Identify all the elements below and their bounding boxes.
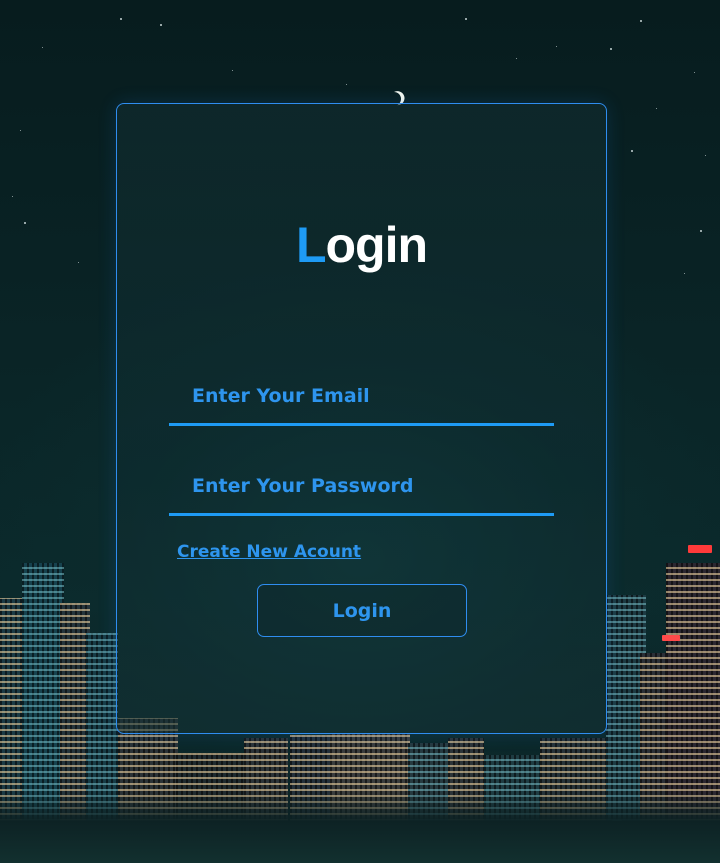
login-button[interactable]: Login bbox=[257, 584, 467, 637]
password-input[interactable] bbox=[169, 456, 554, 513]
password-field-container bbox=[169, 456, 554, 516]
login-title: Login bbox=[117, 216, 606, 274]
login-title-accent-letter: L bbox=[295, 217, 327, 273]
create-account-link[interactable]: Create New Acount bbox=[177, 542, 361, 562]
email-input[interactable] bbox=[169, 366, 554, 423]
email-field-container bbox=[169, 366, 554, 426]
login-title-rest: ogin bbox=[325, 217, 429, 273]
login-card: Login Create New Acount Login bbox=[116, 103, 607, 734]
